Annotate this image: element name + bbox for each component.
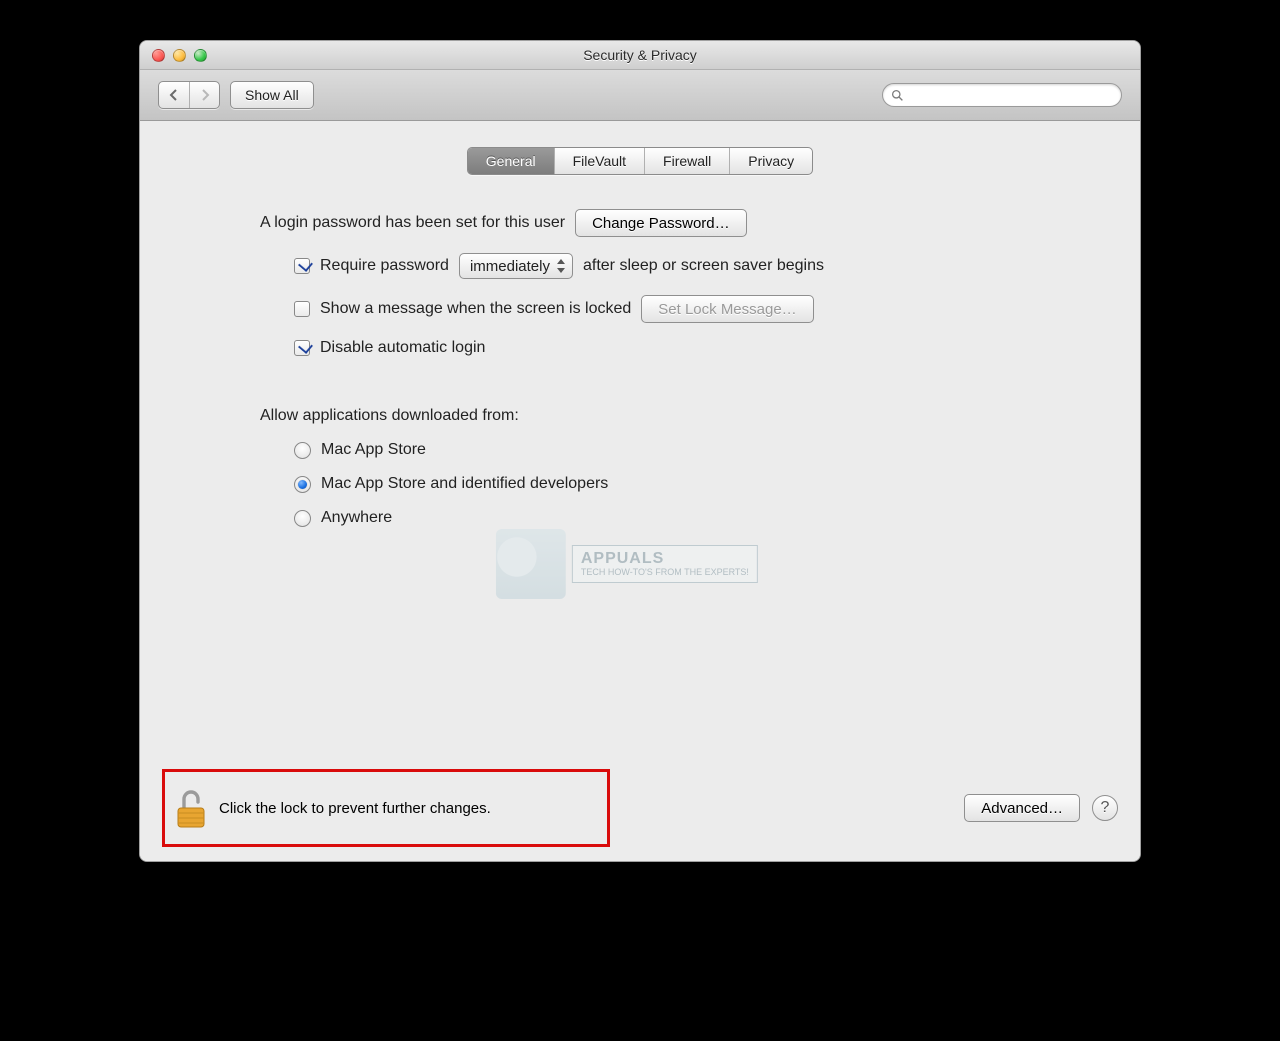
- lock-button[interactable]: [173, 786, 209, 830]
- lock-hint-label: Click the lock to prevent further change…: [219, 800, 491, 817]
- watermark-text: APPUALS TECH HOW-TO'S FROM THE EXPERTS!: [572, 545, 758, 582]
- preferences-window: Security & Privacy Show All General File…: [139, 40, 1141, 862]
- titlebar: Security & Privacy: [140, 41, 1140, 70]
- tab-firewall[interactable]: Firewall: [644, 148, 729, 174]
- back-button[interactable]: [159, 82, 189, 108]
- search-input[interactable]: [910, 88, 1113, 102]
- radio-identified-developers[interactable]: [294, 476, 311, 493]
- chevron-left-icon: [169, 89, 179, 101]
- change-password-button[interactable]: Change Password…: [575, 209, 747, 237]
- after-sleep-label: after sleep or screen saver begins: [583, 257, 824, 275]
- login-password-set-label: A login password has been set for this u…: [260, 214, 565, 232]
- tab-privacy[interactable]: Privacy: [729, 148, 812, 174]
- radio-identified-developers-label: Mac App Store and identified developers: [321, 475, 608, 493]
- show-lock-message-row: Show a message when the screen is locked…: [260, 295, 1020, 323]
- watermark: APPUALS TECH HOW-TO'S FROM THE EXPERTS!: [496, 529, 758, 599]
- watermark-tagline: TECH HOW-TO'S FROM THE EXPERTS!: [581, 568, 749, 578]
- gatekeeper-option-anywhere: Anywhere: [260, 509, 1020, 527]
- radio-anywhere-label: Anywhere: [321, 509, 392, 527]
- set-lock-message-button[interactable]: Set Lock Message…: [641, 295, 813, 323]
- require-password-row: Require password immediately after sleep…: [260, 253, 1020, 279]
- require-password-delay-select[interactable]: immediately: [459, 253, 573, 279]
- search-field[interactable]: [882, 83, 1122, 107]
- disable-autologin-row: Disable automatic login: [260, 339, 1020, 357]
- watermark-logo-icon: [496, 529, 566, 599]
- tab-filevault[interactable]: FileVault: [554, 148, 644, 174]
- disable-autologin-checkbox[interactable]: [294, 340, 310, 356]
- help-icon: ?: [1101, 799, 1110, 817]
- show-lock-message-checkbox[interactable]: [294, 301, 310, 317]
- disable-autologin-label: Disable automatic login: [320, 339, 485, 357]
- content-area: General FileVault Firewall Privacy A log…: [140, 121, 1140, 861]
- radio-mac-app-store-label: Mac App Store: [321, 441, 426, 459]
- help-button[interactable]: ?: [1092, 795, 1118, 821]
- window-title: Security & Privacy: [140, 47, 1140, 63]
- advanced-button[interactable]: Advanced…: [964, 794, 1080, 822]
- radio-mac-app-store[interactable]: [294, 442, 311, 459]
- annotation-highlight: Click the lock to prevent further change…: [162, 769, 610, 847]
- general-pane: A login password has been set for this u…: [140, 209, 1140, 527]
- nav-back-forward: [158, 81, 220, 109]
- tab-strip: General FileVault Firewall Privacy: [467, 147, 813, 175]
- gatekeeper-section-label: Allow applications downloaded from:: [260, 407, 1020, 425]
- chevron-right-icon: [200, 89, 210, 101]
- tabs: General FileVault Firewall Privacy: [140, 147, 1140, 175]
- require-password-checkbox[interactable]: [294, 258, 310, 274]
- login-password-row: A login password has been set for this u…: [260, 209, 1020, 237]
- show-lock-message-label: Show a message when the screen is locked: [320, 300, 631, 318]
- watermark-brand: APPUALS: [581, 550, 749, 568]
- tab-general[interactable]: General: [468, 148, 554, 174]
- require-password-delay-value: immediately: [470, 258, 550, 275]
- gatekeeper-option-identified: Mac App Store and identified developers: [260, 475, 1020, 493]
- forward-button[interactable]: [189, 82, 219, 108]
- show-all-button[interactable]: Show All: [230, 81, 314, 109]
- lock-open-icon: [174, 788, 208, 830]
- gatekeeper-option-appstore: Mac App Store: [260, 441, 1020, 459]
- toolbar: Show All: [140, 70, 1140, 121]
- footer: Click the lock to prevent further change…: [140, 769, 1140, 847]
- search-icon: [891, 89, 904, 102]
- require-password-label: Require password: [320, 257, 449, 275]
- radio-anywhere[interactable]: [294, 510, 311, 527]
